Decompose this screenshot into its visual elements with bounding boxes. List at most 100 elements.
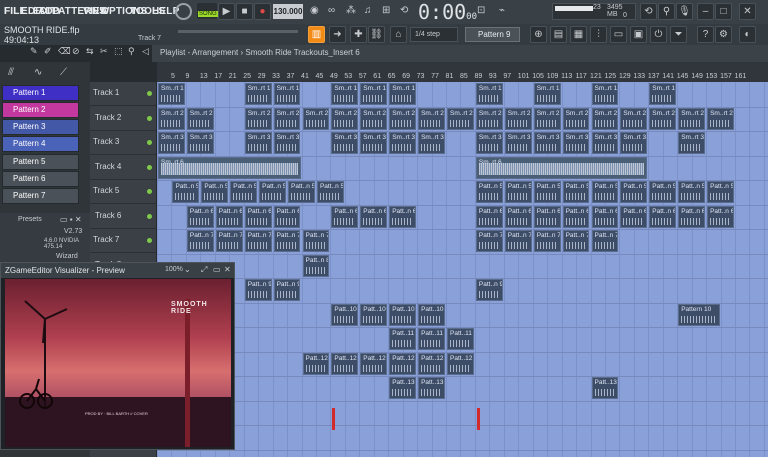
playlist-clip[interactable]: Sm..rt 3 [504,132,532,154]
playlist-clip[interactable]: Sm..rt 2 [158,107,185,130]
theme-icon[interactable]: ◐ [739,26,756,43]
playlist-clip[interactable]: Sm..rt 1 [649,83,677,105]
playlist-clip[interactable]: Sm..rt 6 [475,156,648,179]
render-icon[interactable]: ⚲ [658,3,675,20]
playlist-clip[interactable]: Patt..11 [447,328,474,350]
playlist-clip[interactable]: Patt..13 [418,377,445,399]
playlist-clip[interactable]: Patt..n 6 [562,205,590,228]
presets-label[interactable]: Presets [18,216,42,223]
playlist-clip[interactable]: Sm..rt 2 [360,107,388,130]
settings-icon[interactable]: ⚙ [715,26,732,43]
playlist-clip[interactable]: Sm..rt 1 [273,83,301,105]
playlist-clip[interactable]: Patt..n 5 [678,181,706,203]
playlist-clip[interactable]: Patt..13 [591,377,619,399]
playlist-clip[interactable]: Patt..n 6 [186,205,214,228]
playlist-clip[interactable]: Sm..rt 2 [331,107,359,130]
playlist-clip[interactable]: Patt..n 6 [504,205,532,228]
playlist-clip[interactable]: Patt..n 5 [562,181,590,203]
fullscreen-icon[interactable]: ⤢ [201,265,207,275]
magnet-icon[interactable]: ⌂ [390,26,407,43]
track-header[interactable]: Track 6 [90,205,156,229]
playlist-clip[interactable]: Patt..n 7 [215,230,243,252]
preview-close-icon[interactable]: ✕ [224,265,231,274]
playlist-clip[interactable]: Patt..n 8 [302,254,330,277]
playlist-grid[interactable]: Sm..rt 1 Sm..rt 1 Sm..rt 1 Sm..rt 1 Sm..rt 1… [157,82,768,457]
playlist-clip[interactable]: Patt..11 [418,328,445,350]
playlist-clip[interactable]: Patt..n 7 [302,230,330,252]
delete-tool-icon[interactable]: ⌫ [58,46,71,57]
playlist-clip[interactable]: Sm..rt 6 [158,156,301,179]
playlist-clip[interactable]: Patt..n 5 [533,181,561,203]
playlist-clip[interactable]: Patt..12 [389,352,417,375]
playlist-clip[interactable]: Patt..n 9 [475,279,503,301]
playlist-clip[interactable]: Patt..n 6 [620,205,648,228]
help-icon[interactable]: ? [697,26,714,43]
playlist-clip[interactable]: Sm..rt 1 [244,83,272,105]
track-mute-led[interactable] [147,91,152,96]
playlist-clip[interactable]: Sm..rt 3 [331,132,359,154]
playlist-clip[interactable]: Patt..12 [447,352,474,375]
pattern-item[interactable]: Pattern 4 [2,136,79,152]
loop-record-icon[interactable]: ⟲ [400,5,408,16]
wizard-button[interactable]: Wizard [56,253,78,260]
automation-marker[interactable] [476,407,480,430]
playlist-clip[interactable]: Sm..rt 2 [562,107,590,130]
paint-icon[interactable]: ✚ [350,26,367,43]
countdown-icon[interactable]: ⁂ [346,5,356,16]
playlist-clip[interactable]: Patt..n 7 [533,230,561,252]
undo-icon[interactable]: ⟲ [640,3,657,20]
playlist-clip[interactable]: Patt..n 5 [707,181,734,203]
playlist-clip[interactable]: Sm..rt 2 [273,107,301,130]
timeline-ruler[interactable]: 5 9 13 17 21 25 29 33 37 41 45 49 53 57 61 65 69 73 77 81 85… [157,73,768,82]
metronome-icon[interactable]: ◉ [310,5,319,16]
link-icon[interactable]: ➜ [329,26,346,43]
playlist-clip[interactable]: Patt..n 5 [649,181,677,203]
blend-icon[interactable]: ⊞ [382,5,390,16]
playlist-clip[interactable]: Patt..n 7 [475,230,503,252]
playlist-clip[interactable]: Sm..rt 3 [678,132,706,154]
playlist-clip[interactable]: Patt..10 [389,303,417,326]
mixer-icon[interactable]: ⫶ [590,26,607,43]
tempo-tapper-icon[interactable]: ⏷ [670,26,687,43]
stop-button[interactable]: ■ [236,3,253,20]
playlist-clip[interactable]: Patt..n 7 [591,230,619,252]
playlist-clip[interactable]: Sm..rt 1 [475,83,503,105]
playlist-icon[interactable]: ▤ [550,26,567,43]
track-mute-led[interactable] [147,213,152,219]
minimize-icon[interactable]: – [697,3,714,20]
slice-tool-icon[interactable]: ✂ [100,46,108,57]
playlist-clip[interactable]: Sm..rt 3 [591,132,619,154]
track-header[interactable]: Track 7 [90,229,156,253]
playlist-clip[interactable]: Pattern 10 [678,303,720,326]
step-edit-icon[interactable]: ♫ [364,5,372,16]
playlist-clip[interactable]: Sm..rt 2 [418,107,445,130]
playlist-clip[interactable]: Sm..rt 3 [360,132,388,154]
playlist-clip[interactable]: Patt..n 6 [707,205,734,228]
playlist-clip[interactable]: Sm..rt 3 [186,132,214,154]
chain-icon[interactable]: ⛓ [368,26,385,43]
playlist-clip[interactable]: Patt..n 5 [201,181,229,203]
playlist-clip[interactable]: Patt..n 9 [273,279,301,301]
playlist-clip[interactable]: Patt..10 [331,303,359,326]
playlist-clip[interactable]: Sm..rt 3 [158,132,185,154]
mute-tool-icon[interactable]: ⊘ [72,46,80,57]
playlist-clip[interactable]: Patt..13 [389,377,417,399]
preview-zoom[interactable]: 100% [165,266,183,273]
close-icon[interactable]: ✕ [739,3,756,20]
pattern-item[interactable]: Pattern 7 [2,188,79,204]
master-knob[interactable] [175,3,192,20]
playlist-clip[interactable]: Sm..rt 3 [533,132,561,154]
playlist-clip[interactable]: Patt..n 7 [186,230,214,252]
playlist-clip[interactable]: Sm..rt 2 [244,107,272,130]
track-header[interactable]: Track 2 [90,107,156,131]
piano-icon[interactable]: ⫻ [8,67,14,78]
playlist-clip[interactable]: Patt..n 7 [273,230,301,252]
play-button[interactable]: ▶ [218,3,235,20]
monitor-icon[interactable]: ⌁ [499,5,505,16]
playlist-clip[interactable]: Patt..12 [418,352,445,375]
playlist-clip[interactable]: Patt..n 5 [475,181,503,203]
pattern-item[interactable]: Pattern 2 [2,102,79,118]
playlist-clip[interactable]: Sm..rt 2 [649,107,677,130]
maximize-icon[interactable]: □ [715,3,732,20]
playlist-clip[interactable]: Sm..rt 2 [678,107,706,130]
